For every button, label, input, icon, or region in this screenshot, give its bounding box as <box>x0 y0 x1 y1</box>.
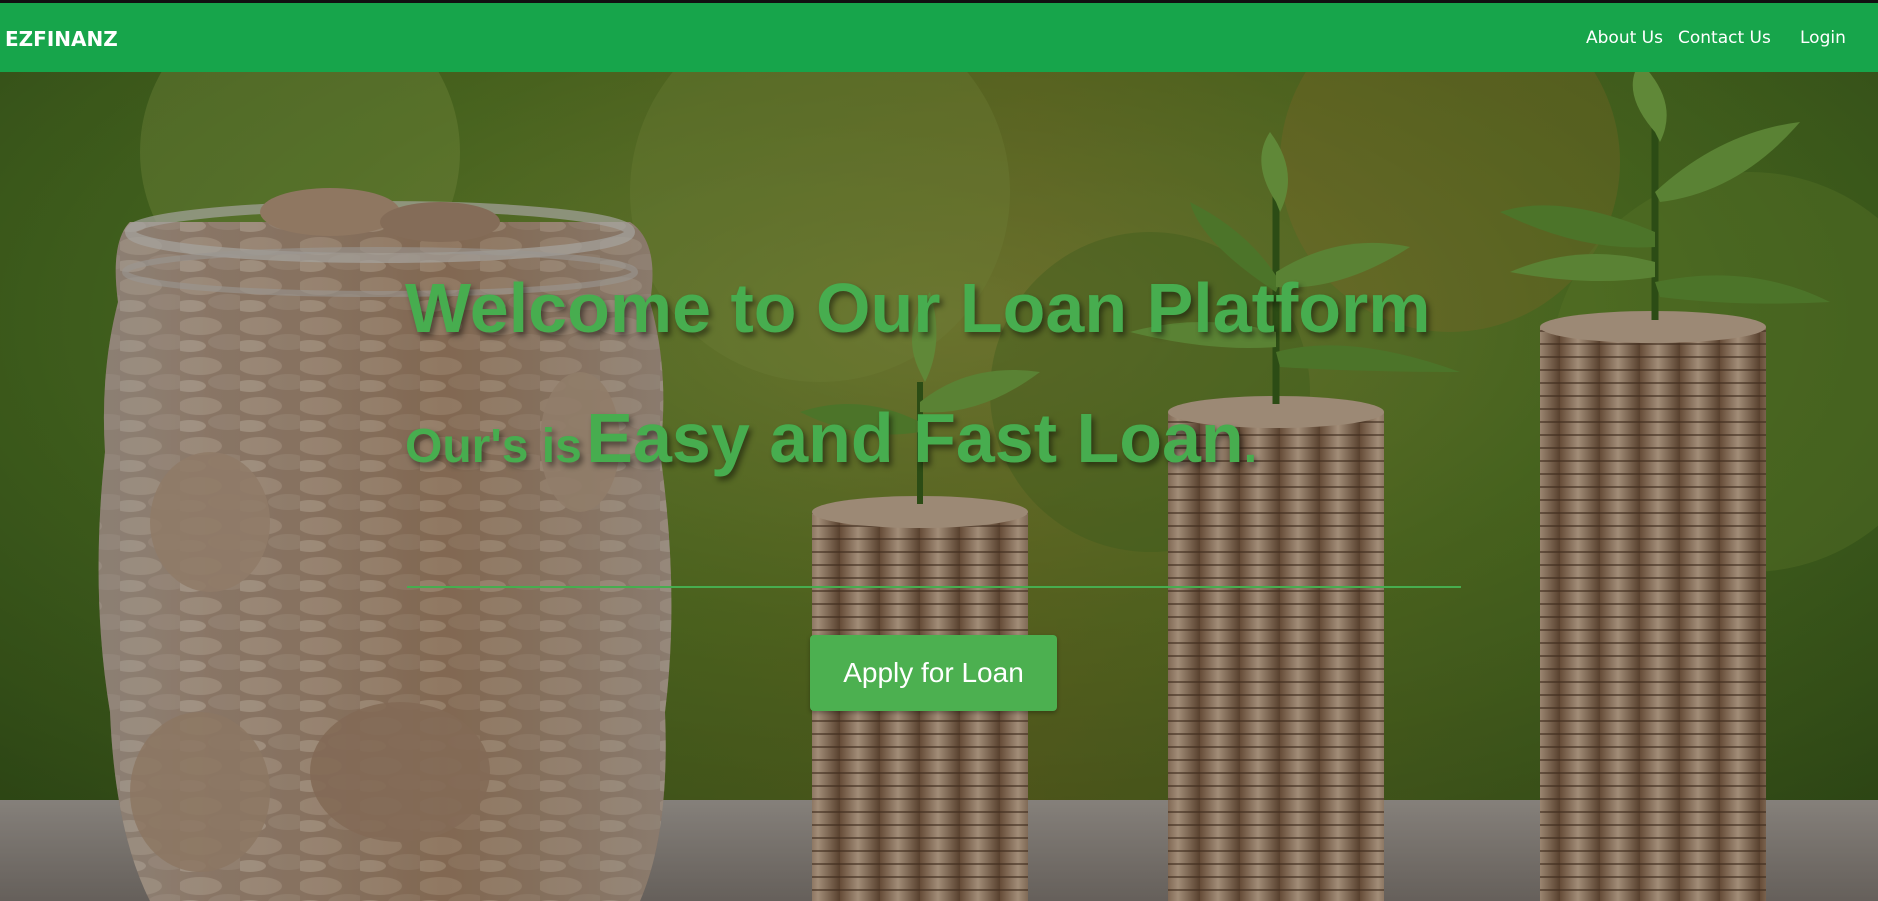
tagline-suffix: . <box>1243 420 1258 473</box>
apply-for-loan-button[interactable]: Apply for Loan <box>810 635 1057 711</box>
hero-headline: Welcome to Our Loan Platform <box>405 269 1431 347</box>
nav-link-about-us[interactable]: About Us <box>1586 28 1663 48</box>
hero-tagline: Our's is Easy and Fast Loan. <box>405 398 1257 478</box>
hero-section <box>0 72 1878 901</box>
tagline-emphasis: Easy and Fast Loan <box>586 399 1244 477</box>
nav-link-contact-us[interactable]: Contact Us <box>1678 28 1771 48</box>
page: EZFINANZ About Us Contact Us Login Welco… <box>0 0 1878 901</box>
navbar: EZFINANZ About Us Contact Us Login <box>0 0 1878 72</box>
nav-link-login[interactable]: Login <box>1800 28 1846 48</box>
tagline-prefix: Our's is <box>405 420 582 473</box>
brand-logo[interactable]: EZFINANZ <box>5 27 118 51</box>
hero-divider <box>407 586 1461 588</box>
hero-dark-overlay <box>0 72 1878 901</box>
